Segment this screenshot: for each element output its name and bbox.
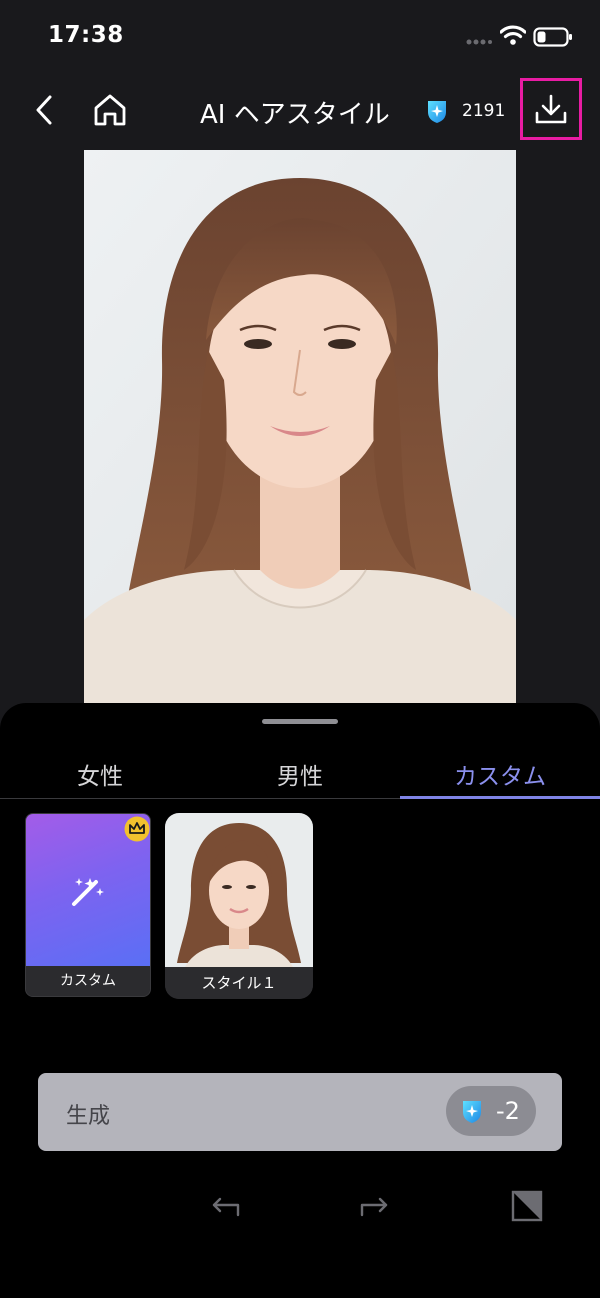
- sheet-handle[interactable]: [262, 719, 338, 724]
- wifi-icon: [500, 25, 526, 45]
- compare-icon[interactable]: [510, 1189, 544, 1223]
- redo-icon[interactable]: [356, 1193, 392, 1221]
- credit-icon: [463, 1101, 481, 1123]
- header: AI ヘアスタイル 2191: [0, 72, 600, 150]
- back-icon[interactable]: [30, 92, 60, 128]
- generate-label: 生成: [66, 1104, 111, 1129]
- status-time: 17:38: [48, 22, 124, 48]
- status-bar: 17:38: [0, 0, 600, 72]
- tab-male[interactable]: 男性: [200, 757, 400, 791]
- app-screen: 17:38 AI ヘアスタイル 2191 女性 男性 カスタム カスタム スタイ…: [0, 0, 600, 1298]
- generate-button[interactable]: 生成 -2: [38, 1073, 562, 1151]
- credit-count: 2191: [462, 101, 506, 121]
- credit-icon: [428, 101, 446, 123]
- cost-value: -2: [496, 1097, 520, 1125]
- undo-icon[interactable]: [208, 1193, 244, 1221]
- style-card-label: カスタム: [26, 966, 150, 996]
- hairstyle-thumbnail: [165, 813, 313, 967]
- bottom-sheet: 女性 男性 カスタム カスタム スタイル１ 生成 -2: [0, 703, 600, 1298]
- portrait-photo: [84, 150, 516, 710]
- magic-wand-icon: [72, 878, 104, 906]
- crown-icon: [124, 816, 150, 842]
- style-card-custom[interactable]: カスタム: [25, 813, 151, 997]
- cost-badge: -2: [446, 1086, 536, 1136]
- style-card-label: スタイル１: [165, 967, 313, 999]
- home-icon[interactable]: [92, 92, 128, 128]
- download-button[interactable]: [520, 78, 582, 140]
- download-icon: [535, 94, 567, 124]
- style-card-style1[interactable]: スタイル１: [165, 813, 313, 999]
- page-title: AI ヘアスタイル: [200, 100, 390, 130]
- tab-indicator: [400, 796, 600, 799]
- signal-icon: [466, 39, 492, 45]
- battery-icon: [533, 27, 572, 47]
- tab-female[interactable]: 女性: [0, 757, 200, 791]
- tab-custom[interactable]: カスタム: [400, 757, 600, 791]
